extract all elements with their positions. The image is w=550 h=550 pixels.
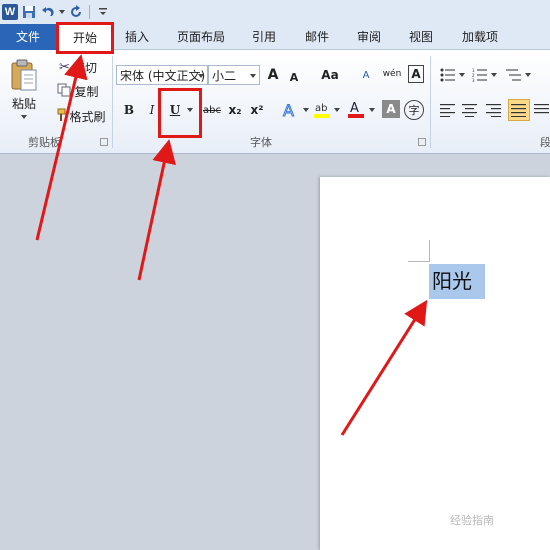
clear-formatting-button[interactable]: A: [356, 65, 376, 85]
paste-button[interactable]: 粘贴: [8, 94, 40, 112]
word-logo-icon: W: [2, 4, 18, 20]
text-effects-dropdown-icon[interactable]: [302, 106, 310, 114]
svg-text:A: A: [283, 101, 294, 119]
scissors-icon: ✂: [59, 59, 70, 75]
font-launcher-icon[interactable]: [418, 138, 426, 146]
font-name-value: 宋体 (中文正文): [120, 68, 206, 83]
numbering-dropdown-icon[interactable]: [490, 71, 498, 79]
font-color-button[interactable]: A: [346, 98, 366, 120]
group-divider: [430, 56, 431, 148]
clipboard-launcher-icon[interactable]: [100, 138, 108, 146]
undo-dropdown-icon[interactable]: [59, 10, 65, 14]
enclose-characters-button[interactable]: 字: [404, 100, 424, 120]
copy-label: 复制: [74, 84, 99, 99]
save-icon[interactable]: [21, 4, 37, 20]
quick-access-toolbar: W: [0, 0, 550, 24]
numbering-icon[interactable]: 123: [470, 65, 490, 85]
font-group-label: 字体: [250, 136, 272, 149]
group-divider: [112, 56, 113, 148]
tab-review[interactable]: 审阅: [349, 24, 389, 50]
phonetic-guide-button[interactable]: wén: [380, 64, 404, 84]
character-shading-button[interactable]: A: [382, 100, 400, 118]
cut-button[interactable]: ✂ 剪切: [50, 56, 106, 78]
grow-font-button[interactable]: A: [264, 65, 282, 85]
bullets-icon[interactable]: [438, 65, 458, 85]
align-left-icon[interactable]: [438, 100, 458, 120]
superscript-button[interactable]: x²: [248, 100, 266, 120]
font-name-dropdown-icon[interactable]: [198, 74, 204, 78]
multilevel-list-icon[interactable]: [504, 65, 524, 85]
svg-text:ab: ab: [315, 103, 327, 114]
bold-button[interactable]: B: [120, 100, 138, 120]
tab-file[interactable]: 文件: [0, 24, 56, 50]
highlight-box-home-tab: [56, 22, 114, 54]
copy-icon: [57, 83, 71, 100]
tab-references[interactable]: 引用: [244, 24, 284, 50]
font-size-value: 小二: [212, 68, 237, 83]
format-painter-button[interactable]: 格式刷: [50, 105, 108, 127]
ribbon: 粘贴 ✂ 剪切 复制 格式刷 剪贴板 宋体 (中文正文) 小二 A A Aa A…: [0, 50, 550, 154]
toolbar-divider: [89, 5, 90, 19]
shrink-font-button[interactable]: A: [286, 67, 302, 87]
font-color-dropdown-icon[interactable]: [368, 106, 376, 114]
clipboard-group-label: 剪贴板: [28, 136, 61, 149]
undo-icon[interactable]: [40, 4, 56, 20]
highlight-box-underline: [158, 88, 202, 138]
tab-page-layout[interactable]: 页面布局: [168, 24, 234, 50]
font-name-combo[interactable]: 宋体 (中文正文): [116, 65, 208, 85]
strikethrough-button[interactable]: abc: [200, 100, 224, 120]
subscript-button[interactable]: x₂: [226, 100, 244, 120]
watermark: 经验指南: [450, 514, 494, 527]
selected-text[interactable]: 阳光: [429, 264, 485, 299]
tab-addins[interactable]: 加载项: [452, 24, 508, 50]
customize-toolbar-icon[interactable]: [95, 4, 111, 20]
copy-button[interactable]: 复制: [50, 80, 106, 102]
tab-view[interactable]: 视图: [401, 24, 441, 50]
highlighter-dropdown-icon[interactable]: [333, 106, 341, 114]
paragraph-group-label: 段: [540, 136, 550, 149]
margin-corner-mark: [408, 240, 430, 262]
align-center-icon[interactable]: [460, 100, 480, 120]
bullets-dropdown-icon[interactable]: [458, 71, 466, 79]
align-right-icon[interactable]: [484, 100, 504, 120]
font-size-dropdown-icon[interactable]: [250, 74, 256, 78]
svg-text:3: 3: [472, 78, 475, 82]
svg-text:A: A: [350, 101, 359, 116]
paste-icon[interactable]: [6, 56, 42, 96]
font-size-combo[interactable]: 小二: [208, 65, 260, 85]
multilevel-dropdown-icon[interactable]: [524, 71, 532, 79]
change-case-button[interactable]: Aa: [316, 65, 344, 85]
tab-mailings[interactable]: 邮件: [297, 24, 337, 50]
text-effects-button[interactable]: A: [280, 100, 300, 120]
highlighter-button[interactable]: ab: [312, 98, 332, 120]
tab-insert[interactable]: 插入: [116, 24, 158, 50]
paste-dropdown-icon[interactable]: [20, 114, 28, 120]
redo-icon[interactable]: [68, 4, 84, 20]
character-border-button[interactable]: A: [408, 65, 424, 83]
format-painter-icon: [52, 108, 66, 125]
distributed-icon[interactable]: [534, 100, 550, 120]
justify-icon[interactable]: [508, 99, 530, 121]
format-painter-label: 格式刷: [69, 109, 106, 124]
document-page[interactable]: [320, 177, 550, 550]
cut-label: 剪切: [72, 60, 97, 75]
